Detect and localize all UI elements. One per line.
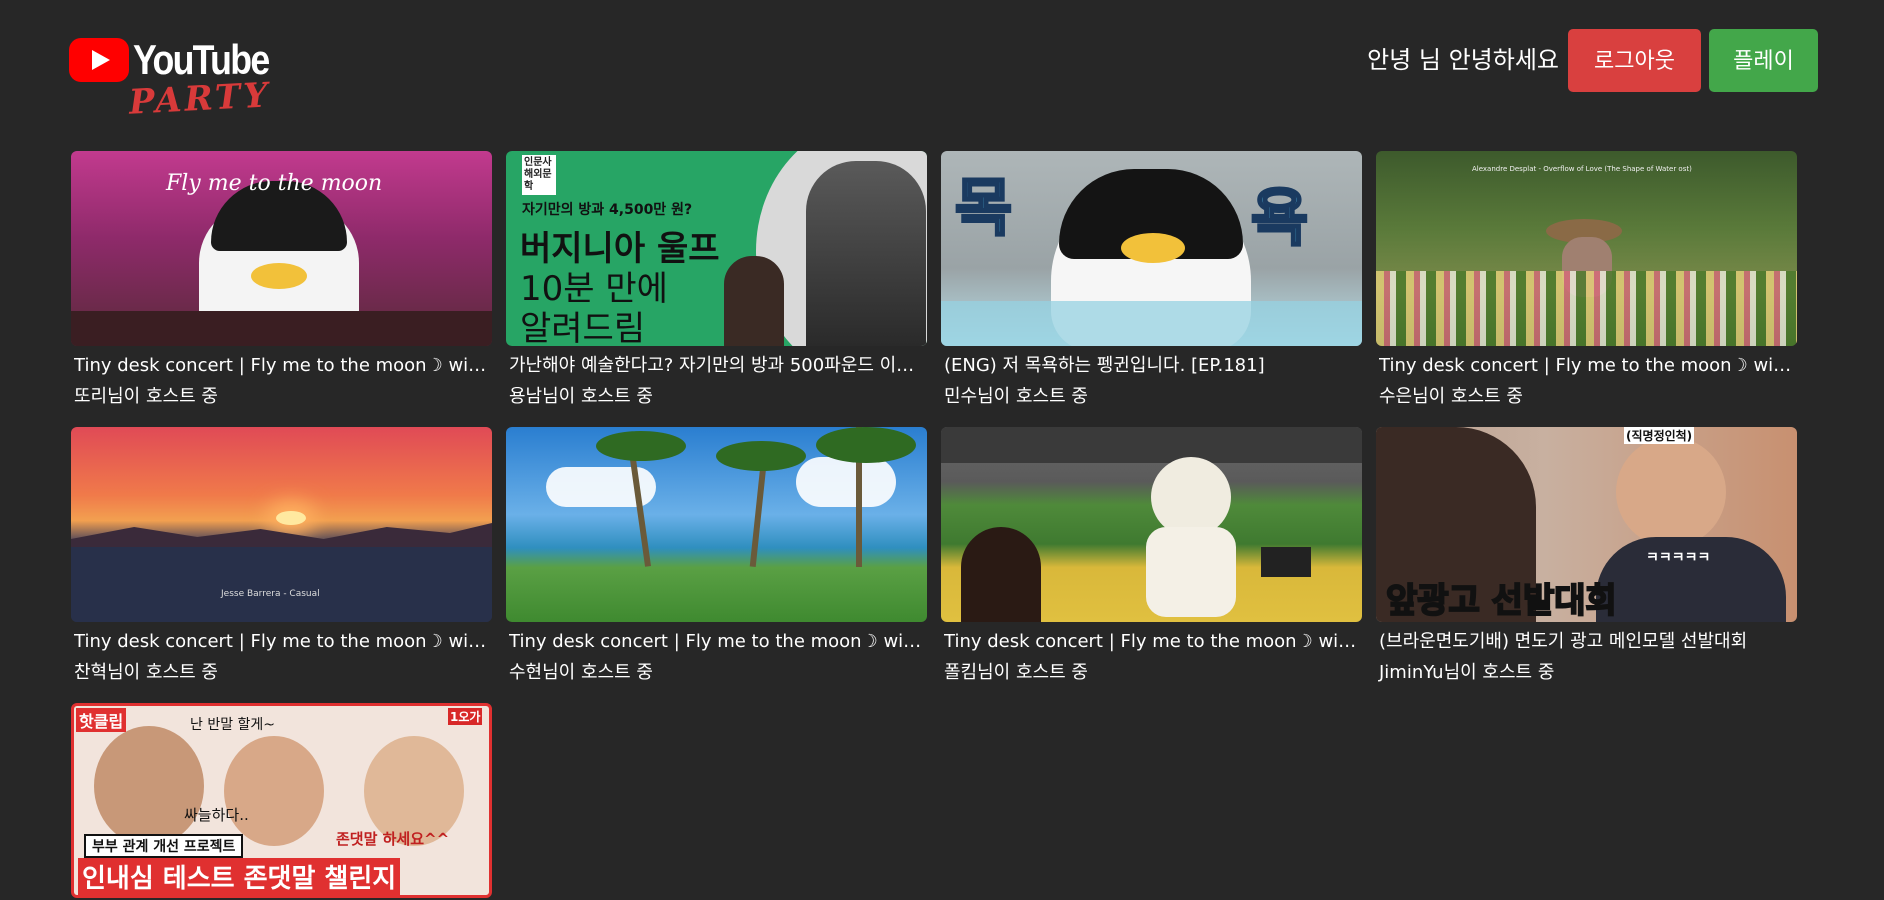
- video-host: 민수님이 호스트 중: [944, 386, 1088, 407]
- thumbnail-overlay-text: 목: [953, 170, 1013, 246]
- video-thumbnail[interactable]: (직명정인척) ㅋㅋㅋㅋㅋ 앞광고 선발대회: [1376, 427, 1797, 622]
- penguin-beak: [1121, 233, 1185, 263]
- mascot-body: [1146, 527, 1236, 617]
- logout-button[interactable]: 로그아웃: [1568, 29, 1701, 92]
- thumbnail-bottom-text: 인내심 테스트 존댓말 챌린지: [78, 858, 401, 895]
- play-button[interactable]: 플레이: [1709, 29, 1818, 92]
- thumbnail-caption: 존댓말 하세요^^: [336, 830, 450, 848]
- bath-water: [941, 301, 1362, 346]
- flower-field: [1376, 271, 1797, 346]
- table: [71, 311, 492, 346]
- video-title: (브라운면도기배) 면도기 광고 메인모델 선발대회: [1379, 631, 1748, 652]
- video-host: 수현님이 호스트 중: [509, 662, 653, 683]
- video-thumbnail[interactable]: 인문사 해외문학 자기만의 방과 4,500만 원? 버지니아 울프 10분 만…: [506, 151, 927, 346]
- thumbnail-overlay-text: 욕: [1249, 180, 1309, 256]
- video-host: 수은님이 호스트 중: [1379, 386, 1523, 407]
- person-face: [224, 736, 324, 846]
- stadium-stands: [941, 427, 1362, 463]
- person-face: [1616, 437, 1726, 547]
- thumbnail-line: 알려드림: [520, 309, 646, 346]
- thumbnail-overlay-text: Fly me to the moon: [166, 171, 383, 196]
- header: YouTube PARTY 안녕 님 안녕하세요 로그아웃 플레이: [0, 0, 1884, 140]
- city-below: [71, 547, 492, 622]
- youtube-party-logo[interactable]: YouTube PARTY: [69, 36, 272, 123]
- video-host: JiminYu님이 호스트 중: [1379, 662, 1555, 683]
- thumbnail-badge: 핫클립: [76, 708, 127, 732]
- thumbnail-laugh: ㅋㅋㅋㅋㅋ: [1646, 550, 1711, 566]
- thumbnail-overlay-text: Jesse Barrera - Casual: [221, 589, 320, 599]
- video-host: 찬혁님이 호스트 중: [74, 662, 218, 683]
- video-thumbnail[interactable]: Jesse Barrera - Casual: [71, 427, 492, 622]
- mascot-head: [1151, 457, 1231, 537]
- person-face: [94, 726, 204, 846]
- video-thumbnail[interactable]: 핫클립 1오가 난 반말 할게~ 싸늘하다.. 존댓말 하세요^^ 부부 관계 …: [71, 703, 492, 898]
- video-title: Tiny desk concert | Fly me to the moon☽ …: [74, 355, 489, 376]
- video-thumbnail[interactable]: Fly me to the moon: [71, 151, 492, 346]
- greeting-text: 안녕 님 안녕하세요: [1367, 46, 1559, 74]
- cloud: [796, 457, 896, 507]
- video-title: Tiny desk concert | Fly me to the moon☽ …: [944, 631, 1359, 652]
- video-title: Tiny desk concert | Fly me to the moon☽ …: [1379, 355, 1794, 376]
- logo-subtext: PARTY: [128, 75, 272, 123]
- speaker: [1261, 547, 1311, 577]
- penguin-beak: [251, 263, 307, 289]
- portrait-figure: [806, 161, 926, 346]
- palm-leaves: [816, 427, 916, 463]
- video-host: 또리님이 호스트 중: [74, 386, 218, 407]
- thumbnail-subhead: 자기만의 방과 4,500만 원?: [522, 202, 693, 218]
- video-thumbnail[interactable]: [506, 427, 927, 622]
- sun: [276, 511, 306, 525]
- video-title: 가난해야 예술한다고? 자기만의 방과 500파운드 이야기: [509, 355, 924, 376]
- video-title: Tiny desk concert | Fly me to the moon☽ …: [509, 631, 924, 652]
- thumbnail-box: 부부 관계 개선 프로젝트: [84, 834, 244, 858]
- thumbnail-rank: 1오가: [448, 708, 483, 725]
- video-host: 폴킴님이 호스트 중: [944, 662, 1088, 683]
- palm-leaves: [716, 441, 806, 471]
- thumbnail-caption: 난 반말 할게~: [190, 717, 276, 733]
- video-host: 용남님이 호스트 중: [509, 386, 653, 407]
- thumbnail-tag: 인문사 해외문학: [522, 155, 556, 195]
- palm-leaves: [596, 431, 686, 461]
- presenter-figure: [724, 256, 784, 346]
- thumbnail-caption: (직명정인척): [1624, 427, 1695, 444]
- video-title: (ENG) 저 목욕하는 펭귄입니다. [EP.181]: [944, 355, 1265, 376]
- video-thumbnail[interactable]: [941, 427, 1362, 622]
- thumbnail-caption: 싸늘하다..: [184, 806, 249, 824]
- video-thumbnail[interactable]: 목 욕: [941, 151, 1362, 346]
- youtube-play-icon: [69, 38, 129, 82]
- spectator: [961, 527, 1041, 622]
- thumbnail-overlay-text: Alexandre Desplat - Overflow of Love (Th…: [1472, 165, 1692, 173]
- thumbnail-overlay-text: 앞광고 선발대회: [1385, 580, 1618, 622]
- video-thumbnail[interactable]: Alexandre Desplat - Overflow of Love (Th…: [1376, 151, 1797, 346]
- video-title: Tiny desk concert | Fly me to the moon☽ …: [74, 631, 489, 652]
